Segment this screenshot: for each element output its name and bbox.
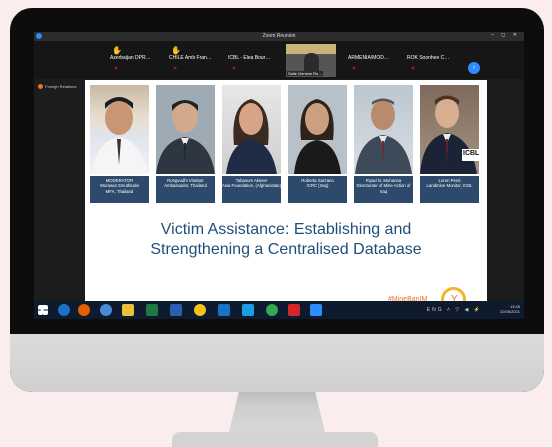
speaker-caption: Riyad N. Muhanna Directorate of Mine Act…: [354, 176, 413, 203]
participant-tile[interactable]: ✋ ✕ CHILE Amb Fran…: [169, 46, 212, 72]
participant-tile[interactable]: ✕ ARMENIA/MOD…: [348, 55, 389, 72]
excel-icon[interactable]: [146, 304, 158, 316]
zoom-taskbar-icon[interactable]: [310, 304, 322, 316]
start-button-icon[interactable]: [38, 305, 48, 315]
app-icon[interactable]: [100, 304, 112, 316]
chrome-icon[interactable]: [194, 304, 206, 316]
video-tile-label: Salle Geneve Ro…: [287, 71, 324, 76]
status-dot-icon: [38, 84, 43, 90]
word-icon[interactable]: [170, 304, 182, 316]
skype-icon[interactable]: [242, 304, 254, 316]
next-page-button[interactable]: ›: [468, 62, 480, 74]
participant-name: ARMENIA/MOD…: [348, 55, 389, 61]
window-controls[interactable]: – ◻ ✕: [491, 32, 520, 38]
participant-name: CHILE Amb Fran…: [169, 55, 212, 61]
raised-hand-icon: ✋: [171, 46, 181, 55]
participant-strip: ✋ ✕ Azerbaijan DPR… ✋ ✕ CHILE Amb Fran… …: [34, 41, 524, 79]
chrome-alt-icon[interactable]: [266, 304, 278, 316]
slide-title: Victim Assistance: Establishing and Stre…: [150, 221, 422, 258]
system-tray-icons[interactable]: ENG ˄ ▽ ◀ ⚡: [427, 307, 482, 313]
speaker-photo: [222, 85, 281, 174]
file-explorer-icon[interactable]: [122, 304, 134, 316]
participant-tile[interactable]: ✕ ROK Soonhee C…: [407, 55, 450, 72]
speaker-photo: [156, 85, 215, 174]
window-title: Zoom Reunion: [262, 33, 296, 39]
speaker-caption: Rongvudhi Virabutr Ambassador, Thailand: [156, 176, 215, 203]
raised-hand-icon: ✋: [112, 46, 122, 55]
monitor-chin: [10, 334, 544, 392]
shared-slide: ICBL MODERATOR Worawut Smuthkalin MFA, T…: [85, 80, 487, 319]
edge-icon[interactable]: [58, 304, 70, 316]
speaker-caption: Loren Persi Landmine Monitor, ICBL: [420, 176, 479, 203]
speaker-photo: [90, 85, 149, 174]
window-titlebar: Zoom Reunion – ◻ ✕: [34, 32, 524, 41]
mic-muted-icon: ✕: [232, 66, 237, 72]
participant-name: ROK Soonhee C…: [407, 55, 450, 61]
participant-name: ICBL - Elea Bour…: [228, 55, 271, 61]
sidebar-label: Foreign Relations: [38, 84, 76, 90]
clock[interactable]: 13:45 22/06/2021: [500, 304, 520, 314]
speaker-photo: [354, 85, 413, 174]
speaker-photo: [288, 85, 347, 174]
participant-video-person: [304, 53, 319, 71]
acrobat-icon[interactable]: [288, 304, 300, 316]
mic-muted-icon: ✕: [114, 66, 119, 72]
screen: Zoom Reunion – ◻ ✕ ✋ ✕ Azerbaijan DPR… ✋…: [34, 32, 524, 319]
monitor-stand-neck: [228, 388, 326, 436]
participant-tile[interactable]: ✕ ICBL - Elea Bour…: [228, 55, 271, 72]
outlook-icon[interactable]: [218, 304, 230, 316]
mic-muted-icon: ✕: [411, 66, 416, 72]
taskbar: ENG ˄ ▽ ◀ ⚡ 13:45 22/06/2021: [34, 301, 524, 319]
icbl-badge: ICBL: [463, 150, 480, 157]
speaker-photo: ICBL: [420, 85, 479, 174]
monitor-stand-base: [172, 432, 378, 447]
speaker-caption: Tabasum Akseer Asia Foundation, (Afghani…: [222, 176, 281, 203]
participant-name: Azerbaijan DPR…: [110, 55, 151, 61]
mic-muted-icon: ✕: [173, 66, 178, 72]
participant-tile[interactable]: ✋ ✕ Azerbaijan DPR…: [110, 46, 151, 72]
speaker-caption: Roberta Sarzano ICRC (Iraq): [288, 176, 347, 203]
firefox-icon[interactable]: [78, 304, 90, 316]
speaker-caption: MODERATOR Worawut Smuthkalin MFA, Thaila…: [90, 176, 149, 203]
video-tile[interactable]: Salle Geneve Ro…: [286, 44, 336, 77]
mic-muted-icon: ✕: [352, 66, 357, 72]
